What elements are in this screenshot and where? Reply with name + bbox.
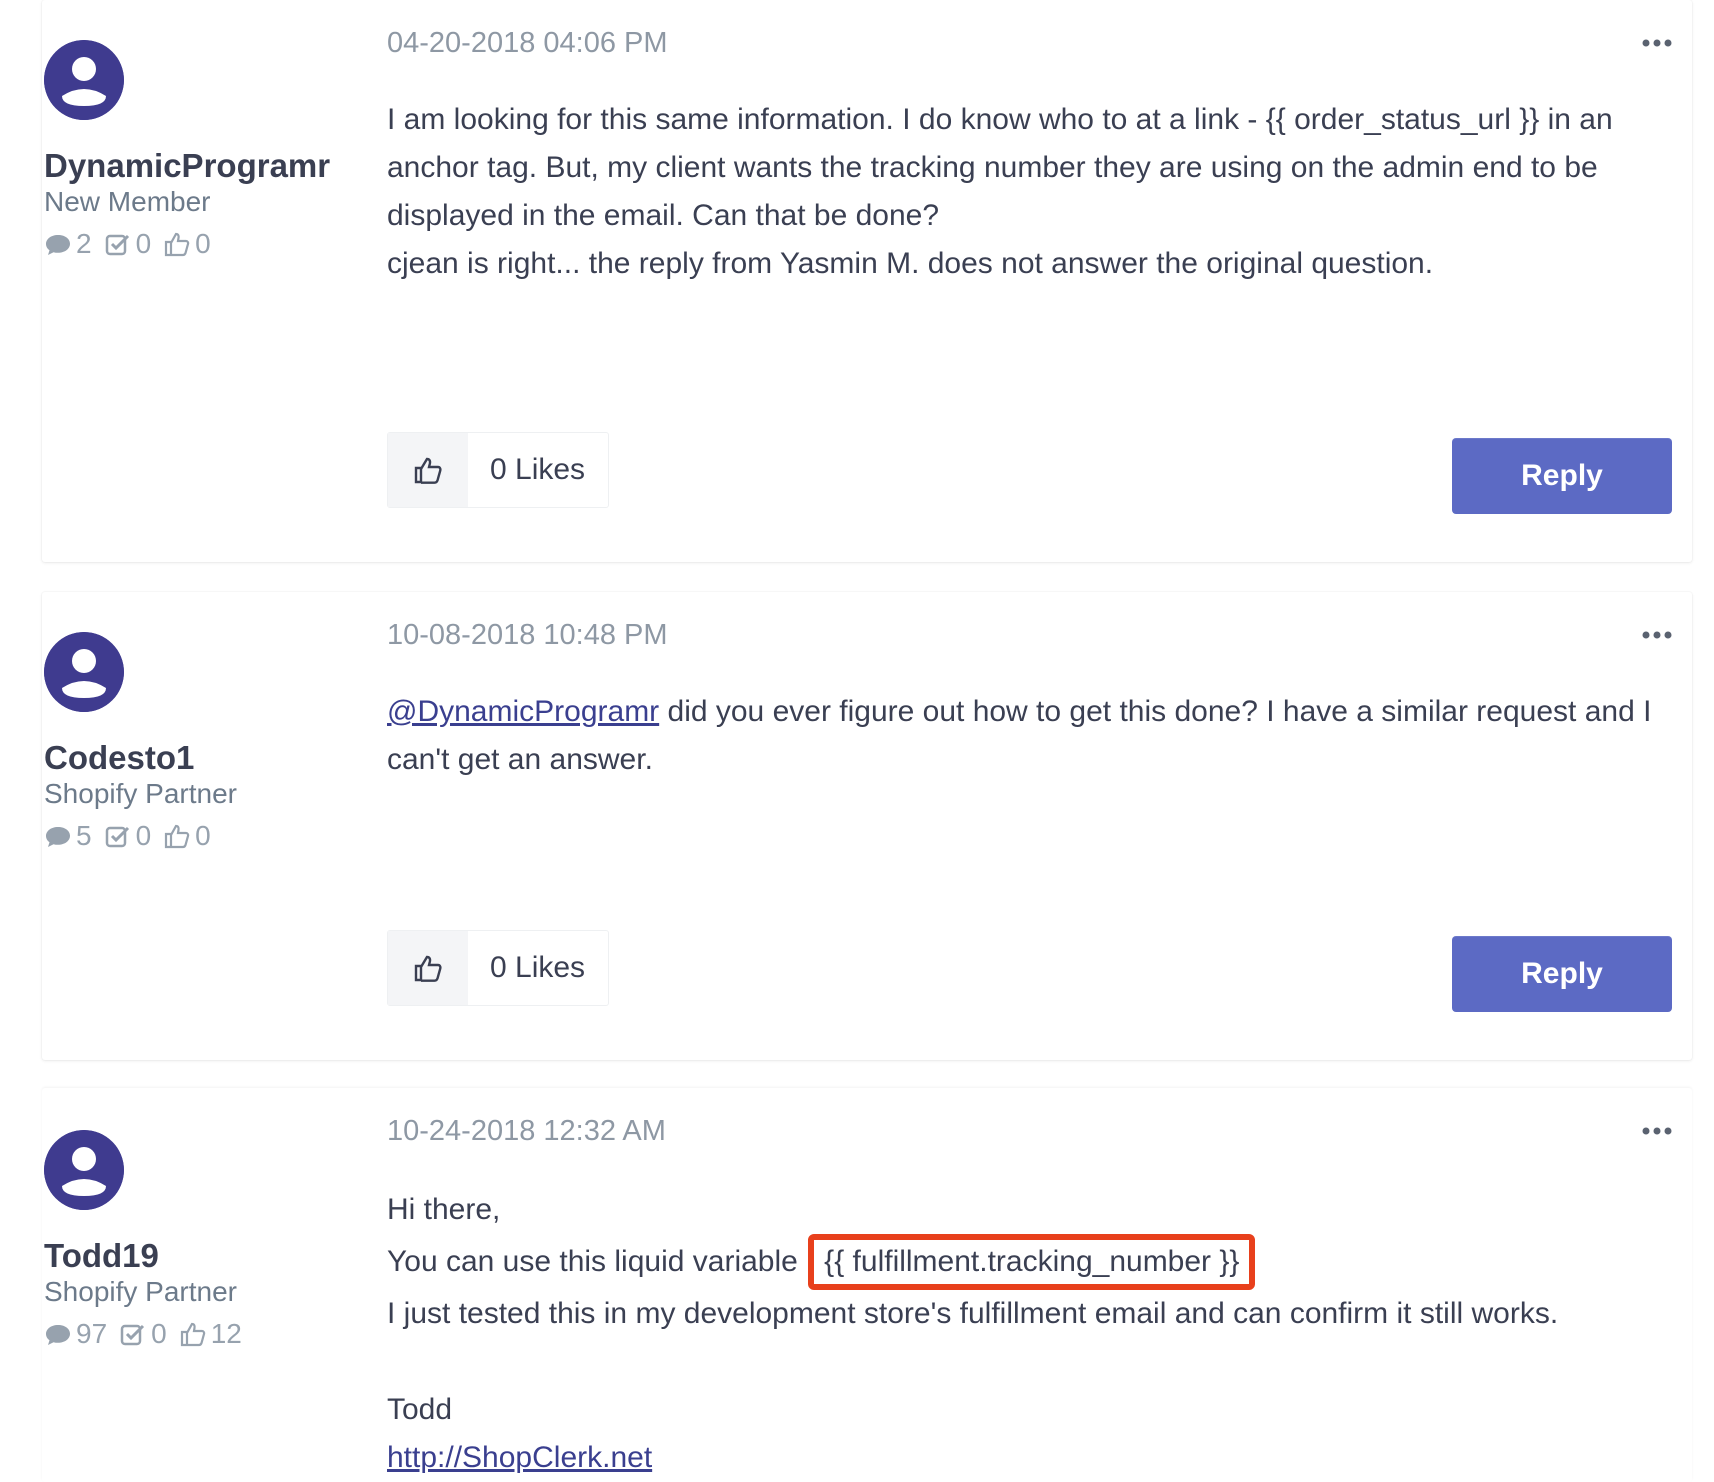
thumbs-up-icon <box>414 457 442 484</box>
thumbs-up-icon <box>165 232 190 257</box>
author-username[interactable]: DynamicProgramr <box>44 146 330 186</box>
thumbs-up-icon <box>165 824 190 849</box>
posts-stat: 5 <box>44 820 92 852</box>
post-text: You can use this liquid variable {{ fulf… <box>387 1234 1687 1290</box>
post-greeting: Hi there, <box>387 1193 501 1226</box>
author-username[interactable]: Todd19 <box>44 1236 242 1276</box>
author-info: Todd19 Shopify Partner 97 0 12 <box>44 1236 242 1350</box>
highlighted-liquid-variable: {{ fulfillment.tracking_number }} <box>808 1234 1256 1290</box>
check-icon <box>120 1324 145 1346</box>
author-stats: 97 0 12 <box>44 1318 242 1350</box>
reply-button[interactable]: Reply <box>1452 936 1672 1012</box>
solutions-stat: 0 <box>104 228 152 260</box>
author-rank: Shopify Partner <box>44 1276 237 1307</box>
kudos-count: 0 <box>195 820 211 851</box>
thumbs-up-icon <box>414 955 442 982</box>
comment-icon <box>46 235 70 255</box>
kudos-count: 0 <box>195 228 211 259</box>
more-options-icon[interactable] <box>1640 1114 1674 1148</box>
solutions-count: 0 <box>135 228 152 259</box>
posts-stat: 97 <box>44 1318 107 1350</box>
solutions-count: 0 <box>151 1318 167 1349</box>
signature: http://ShopClerk.net <box>387 1434 1687 1482</box>
user-avatar-icon[interactable] <box>44 632 124 712</box>
author-info: DynamicProgramr New Member 2 0 0 <box>44 146 330 260</box>
signature-link[interactable]: http://ShopClerk.net <box>387 1441 652 1474</box>
post-text: I just tested this in my development sto… <box>387 1297 1559 1330</box>
posts-count: 5 <box>76 820 92 851</box>
posts-count: 97 <box>76 1318 108 1349</box>
like-button[interactable] <box>388 433 468 507</box>
kudos-stat: 0 <box>163 820 211 852</box>
likes-count[interactable]: 0 Likes <box>468 931 585 1005</box>
reply-button[interactable]: Reply <box>1452 438 1672 514</box>
check-icon <box>105 826 129 848</box>
more-options-icon[interactable] <box>1640 618 1674 652</box>
author-stats: 2 0 0 <box>44 228 330 260</box>
user-mention-link[interactable]: @DynamicProgramr <box>387 695 659 728</box>
solutions-count: 0 <box>135 820 152 851</box>
solutions-stat: 0 <box>104 820 152 852</box>
post-text: I am looking for this same information. … <box>387 103 1613 232</box>
user-avatar-icon[interactable] <box>44 40 124 120</box>
post-text: cjean is right... the reply from Yasmin … <box>387 247 1434 280</box>
post-timestamp: 10-08-2018 10:48 PM <box>387 619 668 651</box>
comment-icon <box>46 827 70 847</box>
signature-name: Todd <box>387 1393 453 1426</box>
solutions-stat: 0 <box>119 1318 167 1350</box>
author-rank: Shopify Partner <box>44 778 237 809</box>
like-button[interactable] <box>388 931 468 1005</box>
like-widget: 0 Likes <box>387 930 609 1006</box>
post-timestamp: 10-24-2018 12:32 AM <box>387 1115 666 1147</box>
kudos-stat: 0 <box>163 228 211 260</box>
post: Codesto1 Shopify Partner 5 0 0 10-08-201… <box>42 592 1692 1060</box>
kudos-stat: 12 <box>179 1318 242 1350</box>
post-text: @DynamicProgramr did you ever figure out… <box>387 688 1687 784</box>
post-body: I am looking for this same information. … <box>387 96 1687 288</box>
post: Todd19 Shopify Partner 97 0 12 10-24-201… <box>42 1088 1692 1482</box>
posts-count: 2 <box>76 228 92 259</box>
post-text-prefix: You can use this liquid variable <box>387 1245 807 1278</box>
post-body: Hi there, You can use this liquid variab… <box>387 1186 1687 1482</box>
user-avatar-icon[interactable] <box>44 1130 124 1210</box>
thread: DynamicProgramr New Member 2 0 0 04-20-2… <box>0 0 1714 1482</box>
like-widget: 0 Likes <box>387 432 609 508</box>
author-info: Codesto1 Shopify Partner 5 0 0 <box>44 738 237 852</box>
kudos-count: 12 <box>210 1318 242 1349</box>
post: DynamicProgramr New Member 2 0 0 04-20-2… <box>42 0 1692 562</box>
post-timestamp: 04-20-2018 04:06 PM <box>387 27 668 59</box>
author-stats: 5 0 0 <box>44 820 237 852</box>
check-icon <box>105 234 129 256</box>
posts-stat: 2 <box>44 228 92 260</box>
author-rank: New Member <box>44 186 211 217</box>
author-username[interactable]: Codesto1 <box>44 738 237 778</box>
likes-count[interactable]: 0 Likes <box>468 433 585 507</box>
post-body: @DynamicProgramr did you ever figure out… <box>387 688 1687 784</box>
comment-icon <box>46 1325 70 1345</box>
thumbs-up-icon <box>180 1322 205 1347</box>
more-options-icon[interactable] <box>1640 26 1674 60</box>
